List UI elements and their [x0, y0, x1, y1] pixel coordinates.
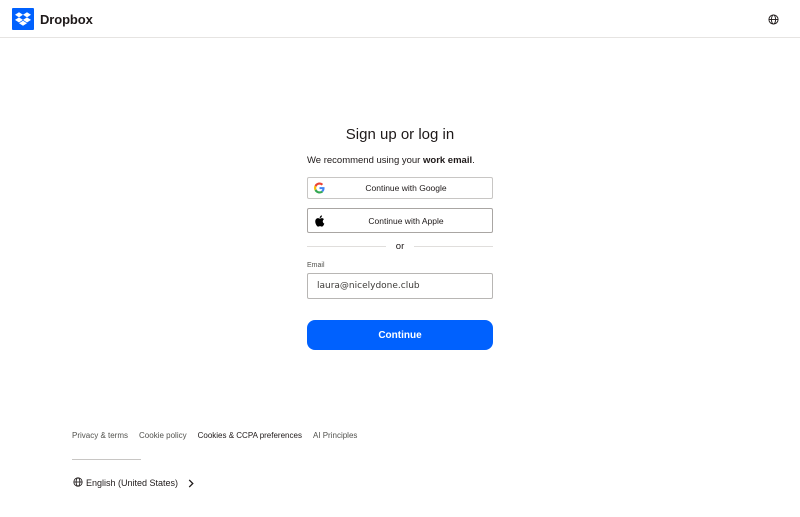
footer-link-cookies-ccpa[interactable]: Cookies & CCPA preferences: [198, 431, 302, 440]
dropbox-logo-icon: [12, 8, 34, 30]
email-field[interactable]: [307, 273, 493, 299]
apple-button-label: Continue with Apple: [368, 215, 444, 226]
email-label: Email: [307, 262, 325, 269]
dropbox-logo[interactable]: Dropbox: [12, 8, 93, 30]
logo-text: Dropbox: [40, 11, 93, 27]
header: Dropbox: [0, 0, 800, 38]
subtitle-bold: work email: [423, 155, 473, 166]
page: Dropbox Sign up or log in We recommend u…: [0, 0, 800, 517]
google-icon: [314, 182, 325, 194]
footer-links: Privacy & terms Cookie policy Cookies & …: [72, 431, 357, 440]
footer-divider: [72, 459, 141, 460]
apple-icon: [314, 214, 325, 227]
login-card: Sign up or log in We recommend using you…: [307, 124, 494, 350]
or-divider: or: [307, 239, 494, 253]
chevron-right-icon: [188, 478, 194, 488]
footer-link-privacy[interactable]: Privacy & terms: [72, 431, 128, 440]
globe-icon: [73, 477, 83, 489]
page-title: Sign up or log in: [345, 126, 455, 143]
subtitle-prefix: We recommend using your: [307, 155, 423, 166]
language-selector[interactable]: English (United States): [73, 477, 194, 489]
subtitle-suffix: .: [472, 155, 475, 166]
globe-icon[interactable]: [766, 12, 780, 26]
google-button-label: Continue with Google: [365, 183, 447, 193]
continue-with-google-button[interactable]: Continue with Google: [307, 177, 493, 199]
divider-line-right: [414, 245, 494, 247]
footer-link-cookie-policy[interactable]: Cookie policy: [139, 431, 187, 440]
divider-text: or: [395, 240, 405, 252]
continue-with-apple-button[interactable]: Continue with Apple: [307, 208, 493, 233]
continue-button[interactable]: Continue: [307, 320, 493, 350]
divider-line-left: [307, 245, 386, 247]
footer-link-ai-principles[interactable]: AI Principles: [313, 431, 357, 440]
language-label: English (United States): [86, 478, 179, 488]
subtitle: We recommend using your work email.: [307, 155, 493, 167]
